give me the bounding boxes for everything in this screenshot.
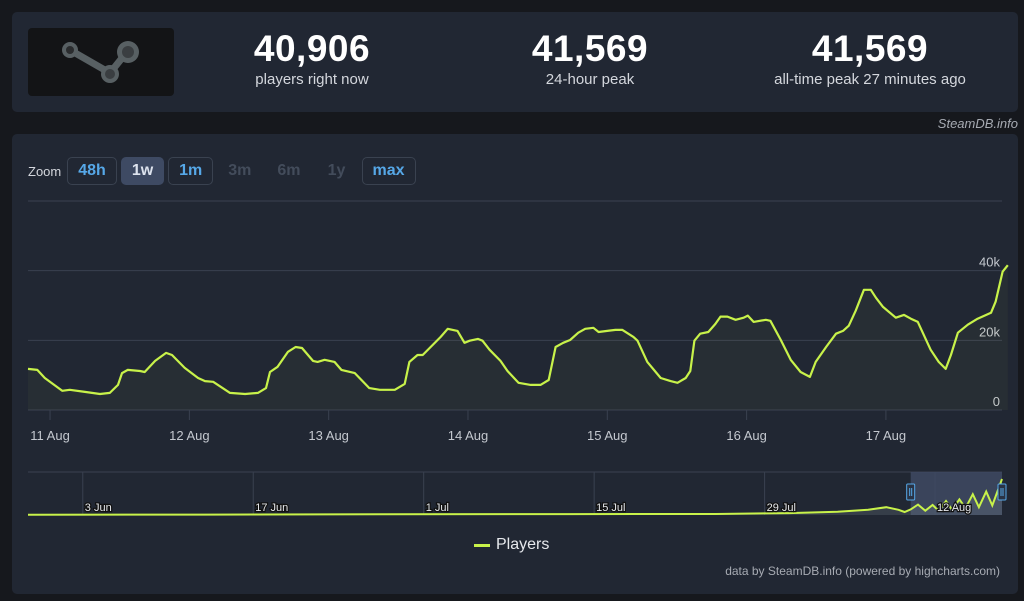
- series-area: [28, 265, 1008, 410]
- zoom-button-1w[interactable]: 1w: [120, 157, 165, 185]
- stat-value: 40,906: [253, 28, 371, 69]
- navigator-line: [27, 478, 1003, 516]
- x-tick-label: 11 Aug: [30, 428, 70, 443]
- handle-body: [997, 483, 1007, 501]
- zoom-button-1y[interactable]: 1y: [316, 157, 358, 185]
- navigator-tick-label: 1 Jul: [426, 502, 449, 514]
- chart-credits[interactable]: data by SteamDB.info (powered by highcha…: [725, 564, 1000, 578]
- navigator-tick-label: 3 Jun: [85, 502, 112, 514]
- zoom-button-3m[interactable]: 3m: [217, 157, 262, 185]
- players-chart: 020k40k11 Aug12 Aug13 Aug14 Aug15 Aug16 …: [27, 200, 1009, 516]
- x-tick-label: 14 Aug: [448, 428, 489, 443]
- x-tick-label: 15 Aug: [587, 428, 628, 443]
- zoom-selector: Zoom 48h 1w 1m 3m 6m 1y max: [28, 156, 420, 186]
- stat-24h-peak: 41,569 24-hour peak: [490, 27, 690, 89]
- x-tick-label: 16 Aug: [726, 428, 767, 443]
- legend-item-players[interactable]: Players: [474, 536, 549, 554]
- stat-label: all-time peak 27 minutes ago: [774, 71, 966, 88]
- stat-label: players right now: [255, 71, 369, 88]
- handle-body: [906, 483, 916, 501]
- navigator-tick-label: 29 Jul: [767, 502, 796, 514]
- zoom-label: Zoom: [28, 163, 62, 179]
- zoom-button-48h[interactable]: 48h: [67, 157, 117, 185]
- x-tick-label: 12 Aug: [169, 428, 210, 443]
- navigator-tick-label: 15 Jul: [596, 502, 625, 514]
- stats-panel: 40,906 players right now 41,569 24-hour …: [12, 12, 1018, 112]
- legend-swatch: [474, 543, 490, 547]
- navigator-tick-label: 12 Aug: [937, 502, 971, 514]
- navigator-handle-right[interactable]: [997, 483, 1007, 501]
- steam-logo-icon: [62, 41, 139, 83]
- legend-label: Players: [496, 536, 550, 553]
- stat-current-players: 40,906 players right now: [212, 27, 412, 89]
- steamdb-credit-link[interactable]: SteamDB.info: [938, 116, 1018, 131]
- navigator-handle-left[interactable]: [906, 483, 916, 501]
- chart-panel: 020k40k11 Aug12 Aug13 Aug14 Aug15 Aug16 …: [12, 134, 1018, 594]
- stat-value: 41,569: [811, 28, 929, 69]
- x-tick-label: 13 Aug: [308, 428, 349, 443]
- zoom-button-1m[interactable]: 1m: [168, 157, 214, 185]
- stat-all-time-peak: 41,569 all-time peak 27 minutes ago: [740, 27, 1000, 89]
- navigator-tick-label: 17 Jun: [255, 502, 288, 514]
- x-tick-label: 17 Aug: [866, 428, 907, 443]
- zoom-button-max[interactable]: max: [361, 157, 416, 185]
- game-logo: [28, 28, 174, 96]
- stat-label: 24-hour peak: [545, 71, 635, 88]
- zoom-button-6m[interactable]: 6m: [266, 157, 311, 185]
- stat-value: 41,569: [531, 28, 649, 69]
- y-tick-label: 40k: [979, 255, 1000, 270]
